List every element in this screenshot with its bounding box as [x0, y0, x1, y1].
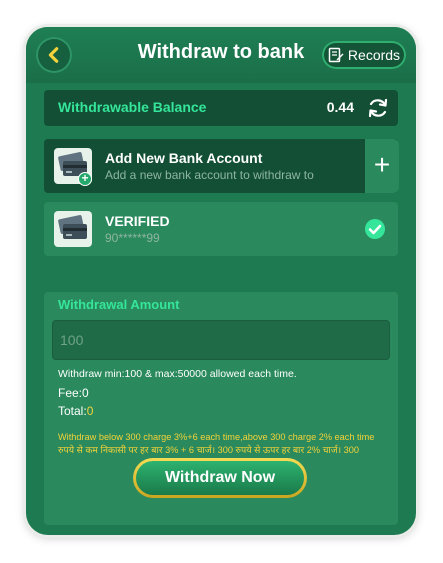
balance-label: Withdrawable Balance — [58, 99, 207, 115]
account-number: 90******99 — [105, 231, 160, 245]
withdrawal-amount-panel: Withdrawal Amount 100 Withdraw min:100 &… — [44, 292, 398, 525]
amount-input[interactable]: 100 — [52, 320, 390, 360]
add-account-subtitle: Add a new bank account to withdraw to — [105, 168, 314, 182]
withdraw-screen: Withdraw to bank Records Withdrawable Ba… — [26, 27, 416, 535]
withdraw-now-button[interactable]: Withdraw Now — [133, 458, 307, 498]
records-label: Records — [347, 47, 401, 63]
page-title: Withdraw to bank — [137, 41, 305, 63]
total-row: Total:0 — [58, 404, 93, 418]
charge-notice-hindi: रुपये से कम निकासी पर हर बार 3% + 6 चार्… — [58, 445, 359, 455]
chevron-left-icon — [48, 47, 59, 63]
total-value: 0 — [86, 404, 94, 418]
edit-document-icon — [328, 47, 344, 63]
balance-value: 0.44 — [326, 99, 354, 115]
refresh-icon[interactable] — [366, 96, 390, 120]
charge-notice: Withdraw below 300 charge 3%+6 each time… — [58, 431, 398, 457]
verified-bank-account-row[interactable]: VERIFIED 90******99 — [44, 202, 398, 256]
back-button[interactable] — [36, 37, 72, 73]
withdrawal-amount-title: Withdrawal Amount — [58, 297, 180, 312]
verified-title: VERIFIED — [105, 213, 170, 229]
check-circle-icon — [365, 219, 385, 239]
charge-notice-english: Withdraw below 300 charge 3%+6 each time… — [58, 432, 375, 442]
header: Withdraw to bank Records — [26, 27, 416, 83]
plus-badge-icon: + — [78, 172, 92, 186]
add-account-title: Add New Bank Account — [105, 150, 263, 166]
withdraw-limit-text: Withdraw min:100 & max:50000 allowed eac… — [58, 368, 297, 380]
balance-row: Withdrawable Balance 0.44 — [44, 90, 398, 126]
total-label: Total: — [58, 404, 87, 418]
add-account-button[interactable]: + — [365, 139, 399, 193]
add-bank-account-row[interactable]: + Add New Bank Account Add a new bank ac… — [44, 139, 399, 193]
withdraw-now-label: Withdraw Now — [136, 461, 304, 495]
bank-card-icon — [54, 211, 92, 247]
fee-text: Fee:0 — [58, 386, 89, 400]
records-button[interactable]: Records — [322, 41, 406, 69]
